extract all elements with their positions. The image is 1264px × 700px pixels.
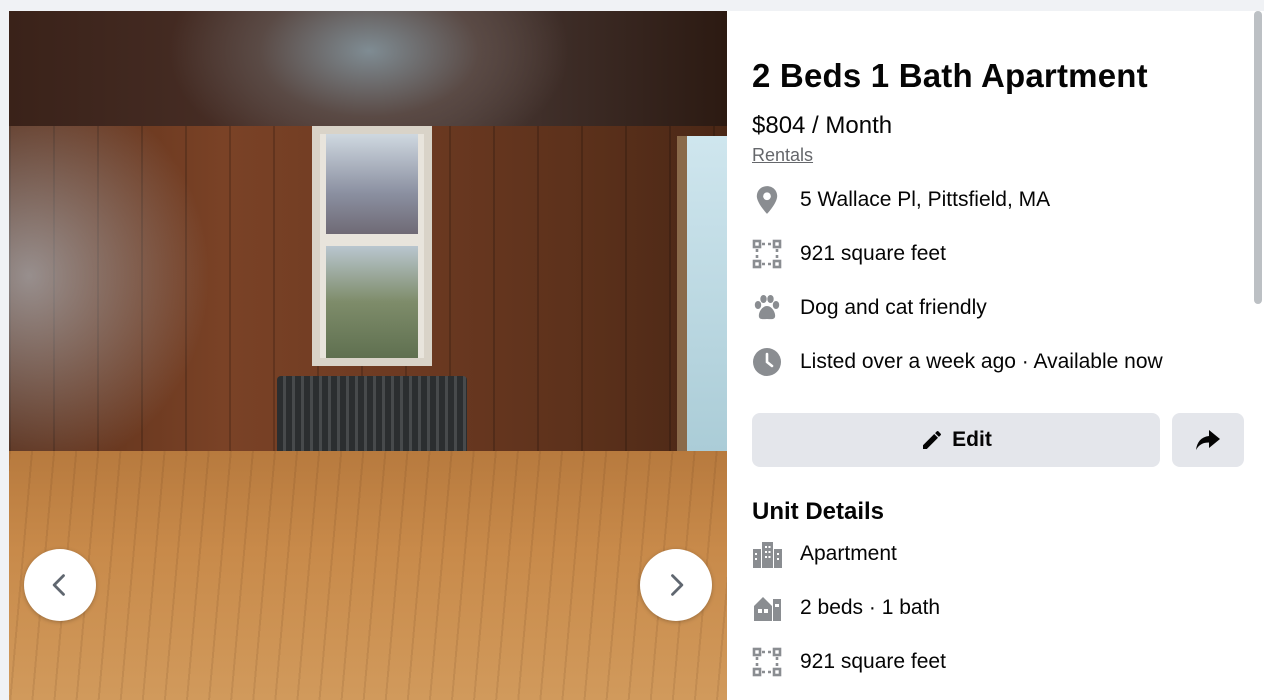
previous-photo-button[interactable] — [24, 549, 96, 621]
listing-size: 921 square feet — [800, 242, 946, 265]
house-icon — [752, 593, 782, 623]
listing-address: 5 Wallace Pl, Pittsfield, MA — [800, 188, 1051, 211]
listed-row: Listed over a week ago · Available now — [752, 346, 1163, 378]
listing-pet-policy: Dog and cat friendly — [800, 296, 987, 319]
listing-listed-status: Listed over a week ago · Available now — [800, 350, 1163, 373]
listing-photo-viewer — [9, 11, 727, 700]
address-row: 5 Wallace Pl, Pittsfield, MA — [752, 184, 1050, 216]
building-icon — [752, 539, 782, 569]
unit-type: Apartment — [800, 542, 897, 565]
photo-hardwood-floor — [9, 451, 727, 700]
next-photo-button[interactable] — [640, 549, 712, 621]
share-listing-button[interactable] — [1172, 413, 1244, 467]
square-footage-icon — [752, 647, 782, 677]
square-footage-icon — [752, 239, 782, 269]
size-row: 921 square feet — [752, 238, 946, 270]
listing-photo — [9, 126, 727, 700]
photo-window — [312, 126, 432, 366]
edit-listing-button[interactable]: Edit — [752, 413, 1160, 467]
chevron-left-icon — [52, 574, 65, 596]
share-arrow-icon — [1196, 430, 1220, 450]
paw-icon — [752, 293, 782, 323]
unit-type-row: Apartment — [752, 538, 897, 570]
pets-row: Dog and cat friendly — [752, 292, 987, 324]
category-link[interactable]: Rentals — [752, 144, 813, 166]
unit-size: 921 square feet — [800, 650, 946, 673]
unit-details-heading: Unit Details — [752, 498, 885, 525]
unit-rooms-row: 2 beds · 1 bath — [752, 592, 940, 624]
unit-rooms: 2 beds · 1 bath — [800, 596, 941, 619]
clock-icon — [752, 347, 782, 377]
details-scrollbar[interactable] — [1254, 11, 1262, 304]
location-pin-icon — [752, 185, 782, 215]
edit-button-label: Edit — [952, 428, 992, 451]
listing-price: $804 / Month — [752, 112, 893, 139]
pencil-icon — [923, 431, 942, 449]
chevron-right-icon — [671, 574, 684, 596]
listing-details-panel: 2 Beds 1 Bath Apartment $804 / Month Ren… — [727, 11, 1264, 700]
unit-size-row: 921 square feet — [752, 646, 946, 678]
listing-title: 2 Beds 1 Bath Apartment — [752, 57, 1148, 94]
photo-blurred-backdrop — [9, 11, 727, 126]
